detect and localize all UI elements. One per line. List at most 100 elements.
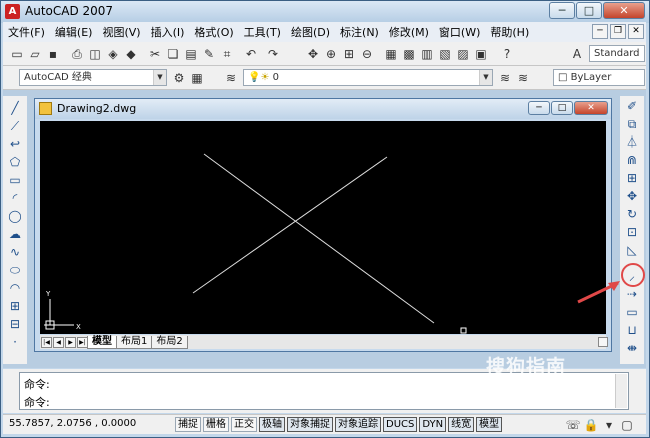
markup-icon[interactable]: ▨ [455, 46, 471, 62]
polyline-icon[interactable]: ↩ [7, 136, 23, 152]
command-prompt[interactable]: 命令: [24, 394, 50, 410]
break-icon[interactable]: ▭ [624, 304, 640, 320]
design-center-icon[interactable]: ▩ [401, 46, 417, 62]
menu-help[interactable]: 帮助(H) [485, 24, 534, 40]
construction-line-icon[interactable]: ⟋ [7, 118, 23, 134]
line-icon[interactable]: ╱ [7, 100, 23, 116]
undo-icon[interactable]: ↶ [243, 46, 259, 62]
menu-modify[interactable]: 修改(M) [384, 24, 434, 40]
autocad-app-icon[interactable]: A [5, 4, 20, 19]
ortho-toggle[interactable]: 正交 [231, 417, 257, 432]
move-icon[interactable]: ✥ [624, 188, 640, 204]
polar-toggle[interactable]: 极轴 [259, 417, 285, 432]
text-style-select[interactable]: Standard [589, 45, 645, 62]
rotate-icon[interactable]: ↻ [624, 206, 640, 222]
minimize-button[interactable]: ─ [549, 2, 575, 19]
communication-center-icon[interactable]: ☏ [565, 417, 581, 433]
arc-icon[interactable]: ◜ [7, 190, 23, 206]
menu-edit[interactable]: 编辑(E) [50, 24, 98, 40]
insert-block-icon[interactable]: ⊞ [7, 298, 23, 314]
menu-file[interactable]: 文件(F) [3, 24, 50, 40]
tab-layout2[interactable]: 布局2 [151, 335, 188, 349]
workspace-save-icon[interactable]: ▦ [189, 70, 205, 86]
maximize-button[interactable]: □ [576, 2, 602, 19]
layer-previous-icon[interactable]: ≋ [515, 70, 531, 86]
cut-icon[interactable]: ✂ [147, 46, 163, 62]
menu-tools[interactable]: 工具(T) [239, 24, 286, 40]
clean-screen-icon[interactable]: ▢ [619, 417, 635, 433]
array-icon[interactable]: ⊞ [624, 170, 640, 186]
drawing-minimize-button[interactable]: ─ [528, 101, 550, 115]
explode-icon[interactable]: ⇼ [624, 340, 640, 356]
extend-icon[interactable]: ⇢ [624, 286, 640, 302]
scroll-right-button[interactable] [598, 337, 608, 347]
dyn-toggle[interactable]: DYN [419, 417, 447, 432]
zoom-realtime-icon[interactable]: ⊕ [323, 46, 339, 62]
menu-view[interactable]: 视图(V) [97, 24, 145, 40]
erase-icon[interactable]: ✐ [624, 98, 640, 114]
stretch-icon[interactable]: ◺ [624, 242, 640, 258]
open-file-icon[interactable]: ▱ [27, 46, 43, 62]
drawn-line-1[interactable] [203, 153, 435, 324]
new-file-icon[interactable]: ▭ [9, 46, 25, 62]
doc-minimize-icon[interactable]: ─ [592, 24, 608, 39]
zoom-window-icon[interactable]: ⊞ [341, 46, 357, 62]
join-icon[interactable]: ⊔ [624, 322, 640, 338]
tab-model[interactable]: 模型 [87, 335, 117, 349]
point-icon[interactable]: · [7, 334, 23, 350]
copy-object-icon[interactable]: ⧉ [624, 116, 640, 132]
menu-draw[interactable]: 绘图(D) [286, 24, 335, 40]
doc-restore-icon[interactable]: ❐ [610, 24, 626, 39]
circle-icon[interactable]: ◯ [7, 208, 23, 224]
mirror-icon[interactable]: ⏃ [624, 134, 640, 150]
make-block-icon[interactable]: ⊟ [7, 316, 23, 332]
layer-manager-icon[interactable]: ≋ [223, 70, 239, 86]
menu-insert[interactable]: 插入(I) [146, 24, 190, 40]
ellipse-arc-icon[interactable]: ◠ [7, 280, 23, 296]
color-select[interactable]: □ ByLayer [553, 69, 645, 86]
plot-icon[interactable]: ⎙ [69, 46, 85, 62]
revision-cloud-icon[interactable]: ☁ [7, 226, 23, 242]
pan-icon[interactable]: ✥ [305, 46, 321, 62]
tool-palettes-icon[interactable]: ▥ [419, 46, 435, 62]
drawing-maximize-button[interactable]: □ [551, 101, 573, 115]
close-button[interactable]: ✕ [603, 2, 645, 19]
polygon-icon[interactable]: ⬠ [7, 154, 23, 170]
redo-icon[interactable]: ↷ [265, 46, 281, 62]
lock-icon[interactable]: 🔒 [583, 417, 599, 433]
grid-toggle[interactable]: 栅格 [203, 417, 229, 432]
paste-icon[interactable]: ▤ [183, 46, 199, 62]
sheet-set-icon[interactable]: ▧ [437, 46, 453, 62]
text-style-icon[interactable]: A [569, 46, 585, 62]
help-icon[interactable]: ? [499, 46, 515, 62]
scale-icon[interactable]: ⊡ [624, 224, 640, 240]
publish-icon[interactable]: ◈ [105, 46, 121, 62]
menu-format[interactable]: 格式(O) [189, 24, 238, 40]
status-menu-icon[interactable]: ▾ [601, 417, 617, 433]
workspace-settings-icon[interactable]: ⚙ [171, 70, 187, 86]
ducs-toggle[interactable]: DUCS [383, 417, 418, 432]
properties-icon[interactable]: ▦ [383, 46, 399, 62]
3d-dwf-icon[interactable]: ◆ [123, 46, 139, 62]
spline-icon[interactable]: ∿ [7, 244, 23, 260]
drawing-close-button[interactable]: ✕ [574, 101, 608, 115]
tab-layout1[interactable]: 布局1 [116, 335, 153, 349]
save-icon[interactable]: ▪ [45, 46, 61, 62]
copy-icon[interactable]: ❏ [165, 46, 181, 62]
next-tab-icon[interactable]: ▶ [65, 336, 76, 348]
zoom-previous-icon[interactable]: ⊖ [359, 46, 375, 62]
menu-dimension[interactable]: 标注(N) [335, 24, 384, 40]
layer-select[interactable]: 💡☀ 0 ▼ [243, 69, 493, 86]
ellipse-icon[interactable]: ⬭ [7, 262, 23, 278]
menu-window[interactable]: 窗口(W) [434, 24, 485, 40]
osnap-toggle[interactable]: 对象捕捉 [287, 417, 333, 432]
quickcalc-icon[interactable]: ▣ [473, 46, 489, 62]
prev-tab-icon[interactable]: ◀ [53, 336, 64, 348]
drawn-line-2[interactable] [192, 156, 388, 294]
workspace-select[interactable]: AutoCAD 经典 ▼ [19, 69, 167, 86]
plot-preview-icon[interactable]: ◫ [87, 46, 103, 62]
offset-icon[interactable]: ⋒ [624, 152, 640, 168]
block-editor-icon[interactable]: ⌗ [219, 46, 235, 62]
model-toggle[interactable]: 模型 [476, 417, 503, 432]
doc-close-icon[interactable]: ✕ [628, 24, 644, 39]
